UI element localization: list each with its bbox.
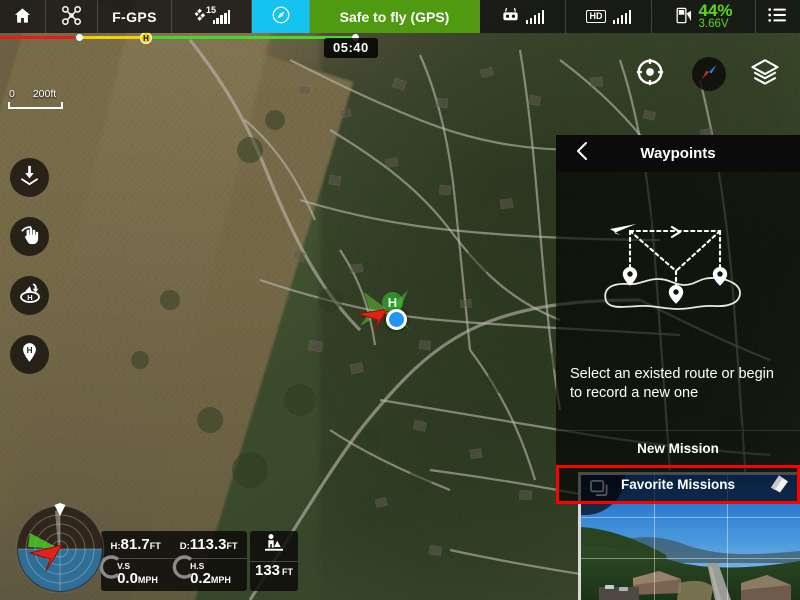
flight-timer: 05:40 [324, 38, 378, 58]
vision-height-value: 133 [254, 562, 281, 579]
vision-height-unit: FT [282, 567, 294, 577]
battery-indicator[interactable]: 44% 3.66V [652, 0, 756, 33]
waypoints-route-illustration [556, 172, 800, 365]
battery-percent: 44% [698, 0, 733, 20]
distance-label: D: [179, 540, 190, 552]
compass-status-button[interactable] [252, 0, 310, 33]
return-to-home-button[interactable]: H [10, 276, 49, 315]
home-pin-icon: H [18, 341, 41, 369]
vision-height-panel: 133 FT [250, 531, 298, 591]
altitude-label: H: [110, 540, 121, 552]
waypoints-title: Waypoints [640, 145, 716, 162]
gps-signal-indicator[interactable]: 15 [172, 0, 252, 33]
svg-text:H: H [27, 345, 33, 354]
remote-controller-icon [501, 6, 520, 28]
altitude-value: 81.7 [120, 535, 150, 553]
top-status-bar: F-GPS 15 Safe to fly (GPS) HD 44% 3.66V [0, 0, 800, 33]
home-button[interactable] [0, 0, 46, 33]
drone-controller-app: F-GPS 15 Safe to fly (GPS) HD 44% 3.66V … [0, 0, 800, 600]
compass-needle-icon [696, 59, 722, 90]
home-point-button[interactable]: H [10, 335, 49, 374]
waypoints-panel: Waypoints Select an existed route or beg… [556, 135, 800, 504]
distance-unit: FT [226, 540, 238, 551]
flight-status-banner[interactable]: Safe to fly (GPS) [310, 0, 480, 33]
map-scale-bar: 0 200ft [8, 88, 63, 109]
left-tool-panel: H H [10, 158, 49, 374]
drone-icon [61, 5, 82, 29]
tapfly-button[interactable] [10, 217, 49, 256]
progress-home-marker: H [140, 32, 152, 44]
svg-text:H: H [27, 293, 32, 302]
current-position-dot[interactable] [386, 309, 407, 330]
scale-bar-line [8, 102, 63, 109]
person-height-icon [262, 533, 286, 560]
compass-status-icon [271, 5, 291, 28]
horizontal-speed-readout: H.S 0.2MPH [172, 555, 231, 587]
chevron-left-icon [575, 141, 589, 166]
battery-voltage: 3.66V [698, 18, 729, 31]
auto-land-icon [18, 164, 41, 192]
hd-label: HD [589, 11, 603, 21]
horizontal-speed-gauge [172, 555, 193, 579]
new-mission-button[interactable]: New Mission [556, 430, 800, 465]
compass-button[interactable] [692, 57, 726, 91]
progress-segment-red [0, 36, 75, 39]
menu-icon [768, 7, 788, 26]
telemetry-panel: H:81.7FT D:113.3FT V.S 0.0MPH H.S 0.2MPH [99, 531, 247, 591]
favorite-missions-label: Favorite Missions [620, 477, 736, 492]
favorite-missions-button[interactable]: Favorite Missions [556, 465, 800, 504]
flight-status-text: Safe to fly (GPS) [339, 8, 450, 25]
waypoints-body: Select an existed route or begin to reco… [556, 172, 800, 430]
new-mission-label: New Mission [637, 440, 719, 456]
waypoints-description: Select an existed route or begin to reco… [570, 365, 774, 402]
rc-signal-bars [526, 10, 544, 24]
return-home-icon: H [18, 281, 42, 310]
back-button[interactable] [566, 135, 598, 172]
scale-min-label: 0 [9, 88, 15, 100]
map-layers-button[interactable] [748, 57, 782, 91]
distance-value: 113.3 [189, 535, 227, 553]
hd-video-icon: HD [586, 10, 607, 23]
remote-controller-signal[interactable] [480, 0, 566, 33]
vertical-speed-readout: V.S 0.0MPH [99, 555, 158, 587]
auto-land-button[interactable] [10, 158, 49, 197]
flight-mode-indicator[interactable]: F-GPS [98, 0, 172, 33]
waypoints-header: Waypoints [556, 135, 800, 172]
home-icon [13, 6, 32, 28]
battery-icon [674, 6, 693, 28]
distance-readout: D:113.3FT [180, 536, 238, 554]
eraser-icon[interactable] [763, 471, 789, 498]
aircraft-status-button[interactable] [46, 0, 98, 33]
hand-tap-icon [18, 223, 41, 251]
satellite-count: 15 [206, 5, 217, 15]
altitude-readout: H:81.7FT [111, 536, 161, 554]
horizontal-speed-unit: MPH [210, 574, 231, 585]
altitude-unit: FT [149, 540, 161, 551]
hd-signal-bars [613, 10, 631, 24]
scale-max-label: 200ft [32, 88, 57, 100]
flight-mode-label: F-GPS [112, 8, 157, 25]
locate-aircraft-button[interactable] [633, 57, 667, 91]
crosshair-icon [635, 57, 665, 92]
progress-dot [76, 34, 83, 41]
progress-segment-yellow [78, 36, 145, 39]
vertical-speed-unit: MPH [137, 574, 158, 585]
layers-icon [750, 57, 780, 92]
attitude-radar[interactable] [14, 503, 106, 595]
main-menu-button[interactable] [756, 0, 800, 33]
flight-progress-bar: H [0, 32, 800, 44]
hd-video-signal[interactable]: HD [566, 0, 652, 33]
